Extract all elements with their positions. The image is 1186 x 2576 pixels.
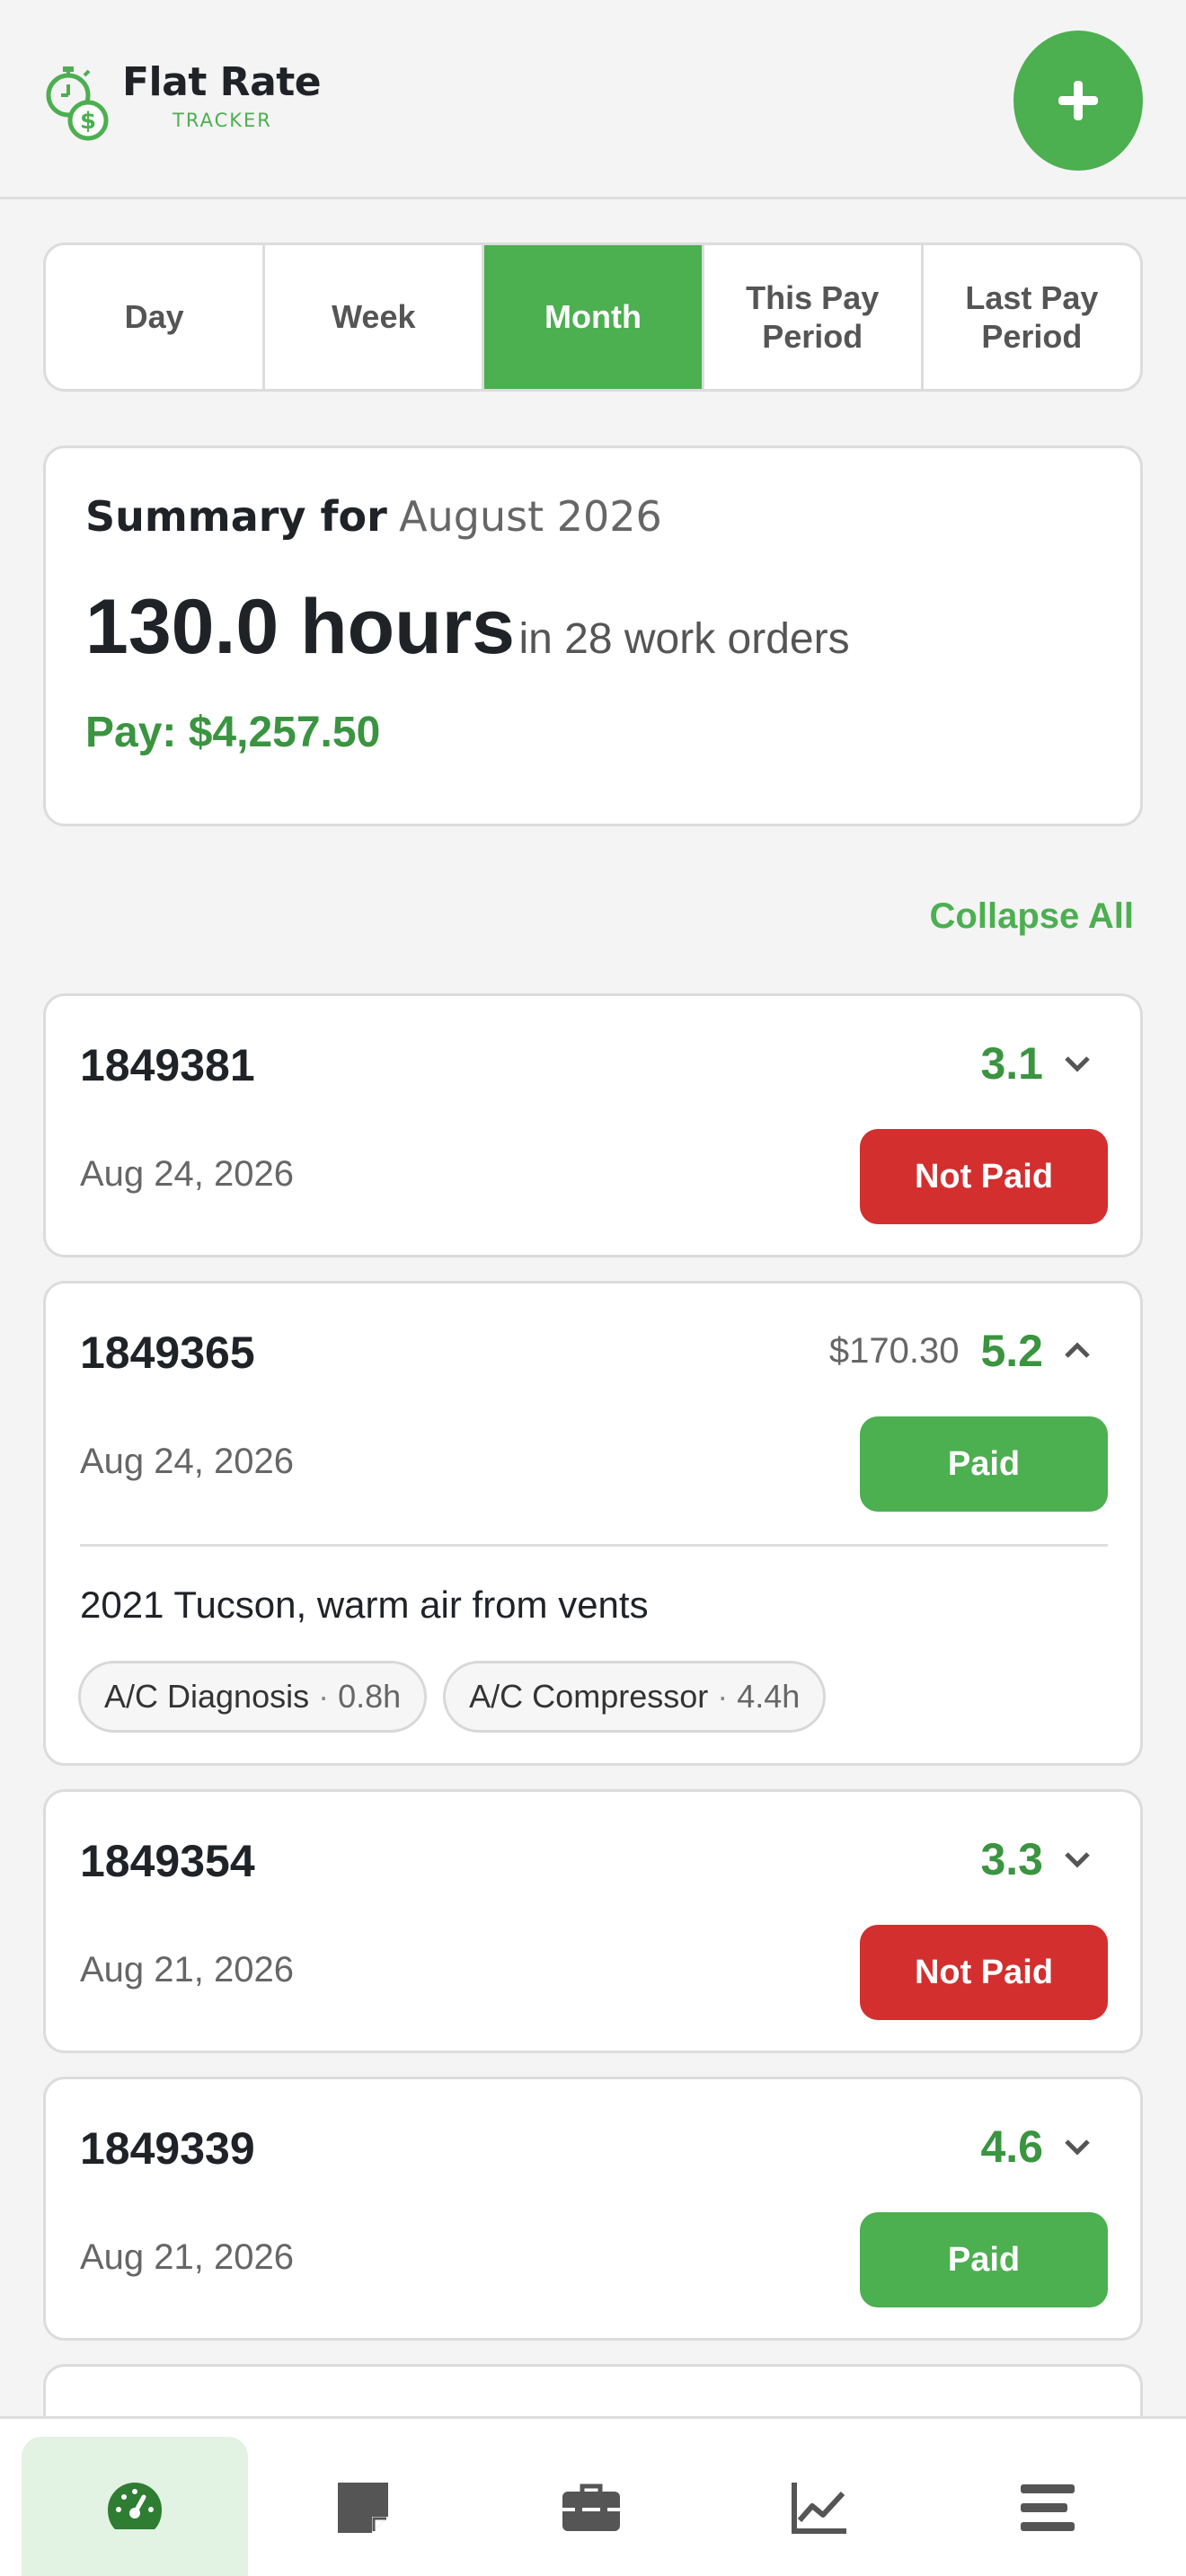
- work-order-hours: 3.1: [980, 1038, 1043, 1089]
- work-order-description: 2021 Tucson, warm air from vents: [80, 1584, 649, 1626]
- summary-period: August 2026: [399, 492, 662, 541]
- tab-this-pay-period[interactable]: This Pay Period: [704, 245, 924, 389]
- card-divider: [80, 1544, 1108, 1547]
- tab-month[interactable]: Month: [484, 245, 704, 389]
- chart-icon: [792, 2483, 846, 2534]
- operation-name: A/C Compressor: [469, 1678, 709, 1715]
- menu-icon: [1021, 2484, 1075, 2531]
- operation-chip[interactable]: A/C Compressor · 4.4h: [443, 1661, 827, 1733]
- operation-hours: 0.8h: [338, 1678, 402, 1715]
- tab-day[interactable]: Day: [46, 245, 266, 389]
- collapse-all-button[interactable]: Collapse All: [930, 896, 1134, 937]
- work-order-card[interactable]: 1849381 3.1 Aug 24, 2026 Not Paid: [43, 993, 1143, 1257]
- work-order-date: Aug 21, 2026: [80, 2237, 294, 2277]
- summary-hours: 130.0 hours: [85, 583, 515, 670]
- payment-status-button[interactable]: Not Paid: [860, 1925, 1108, 2020]
- work-order-hours: 3.3: [980, 1834, 1043, 1884]
- work-order-date: Aug 24, 2026: [80, 1442, 294, 1481]
- nav-menu[interactable]: [934, 2437, 1161, 2576]
- work-order-hours: 4.6: [980, 2122, 1043, 2172]
- work-order-date: Aug 21, 2026: [80, 1950, 294, 1989]
- tab-last-pay-period[interactable]: Last Pay Period: [924, 245, 1140, 389]
- app-header: $ Flat Rate TRACKER: [0, 0, 1186, 199]
- work-order-number: 1849365: [80, 1328, 255, 1378]
- notes-icon: [338, 2483, 388, 2533]
- tab-week[interactable]: Week: [265, 245, 485, 389]
- svg-text:$: $: [80, 108, 96, 135]
- work-order-card[interactable]: 1849354 3.3 Aug 21, 2026 Not Paid: [43, 1789, 1143, 2053]
- payment-status-button[interactable]: Paid: [860, 1416, 1108, 1512]
- operation-name: A/C Diagnosis: [104, 1678, 310, 1715]
- work-order-number: 1849339: [80, 2123, 255, 2174]
- nav-notes[interactable]: [250, 2437, 476, 2576]
- app-subtitle: TRACKER: [173, 110, 272, 131]
- work-order-number: 1849381: [80, 1040, 255, 1090]
- summary-label: Summary for: [85, 492, 387, 541]
- work-order-card[interactable]: 1849365 $170.30 5.2 Aug 24, 2026 Paid 20…: [43, 1281, 1143, 1766]
- bottom-nav: [0, 2416, 1186, 2576]
- operation-chips: A/C Diagnosis · 0.8h A/C Compressor · 4.…: [78, 1661, 842, 1733]
- work-order-date: Aug 24, 2026: [80, 1154, 294, 1194]
- operation-chip[interactable]: A/C Diagnosis · 0.8h: [78, 1661, 428, 1733]
- period-tabs: Day Week Month This Pay Period Last Pay …: [43, 243, 1143, 392]
- plus-icon: [1058, 81, 1098, 120]
- nav-reports[interactable]: [706, 2437, 933, 2576]
- summary-orders: in 28 work orders: [518, 614, 850, 663]
- chevron-up-icon[interactable]: [1061, 1335, 1093, 1367]
- app-logo: $ Flat Rate TRACKER: [41, 56, 322, 146]
- separator-dot: ·: [717, 1678, 729, 1715]
- nav-jobs[interactable]: [478, 2437, 704, 2576]
- separator-dot: ·: [318, 1678, 330, 1715]
- chevron-down-icon[interactable]: [1061, 1843, 1093, 1875]
- toolbox-icon: [562, 2483, 620, 2531]
- stopwatch-dollar-icon: $: [46, 66, 109, 141]
- chevron-down-icon[interactable]: [1061, 2130, 1093, 2163]
- payment-status-button[interactable]: Not Paid: [860, 1129, 1108, 1224]
- work-order-number: 1849354: [80, 1836, 255, 1886]
- add-work-order-button[interactable]: [1013, 31, 1143, 171]
- app-title: Flat Rate: [122, 59, 322, 105]
- operation-hours: 4.4h: [737, 1678, 801, 1715]
- dashboard-icon: [108, 2483, 162, 2529]
- chevron-down-icon[interactable]: [1061, 1047, 1093, 1080]
- work-order-card[interactable]: 1849339 4.6 Aug 21, 2026 Paid: [43, 2077, 1143, 2341]
- payment-status-button[interactable]: Paid: [860, 2212, 1108, 2307]
- summary-card: Summary for August 2026 130.0 hours in 2…: [43, 446, 1143, 826]
- work-order-amount: $170.30: [828, 1330, 960, 1371]
- nav-dashboard[interactable]: [22, 2437, 248, 2576]
- work-order-hours: 5.2: [980, 1326, 1043, 1376]
- summary-pay: Pay: $4,257.50: [85, 708, 381, 756]
